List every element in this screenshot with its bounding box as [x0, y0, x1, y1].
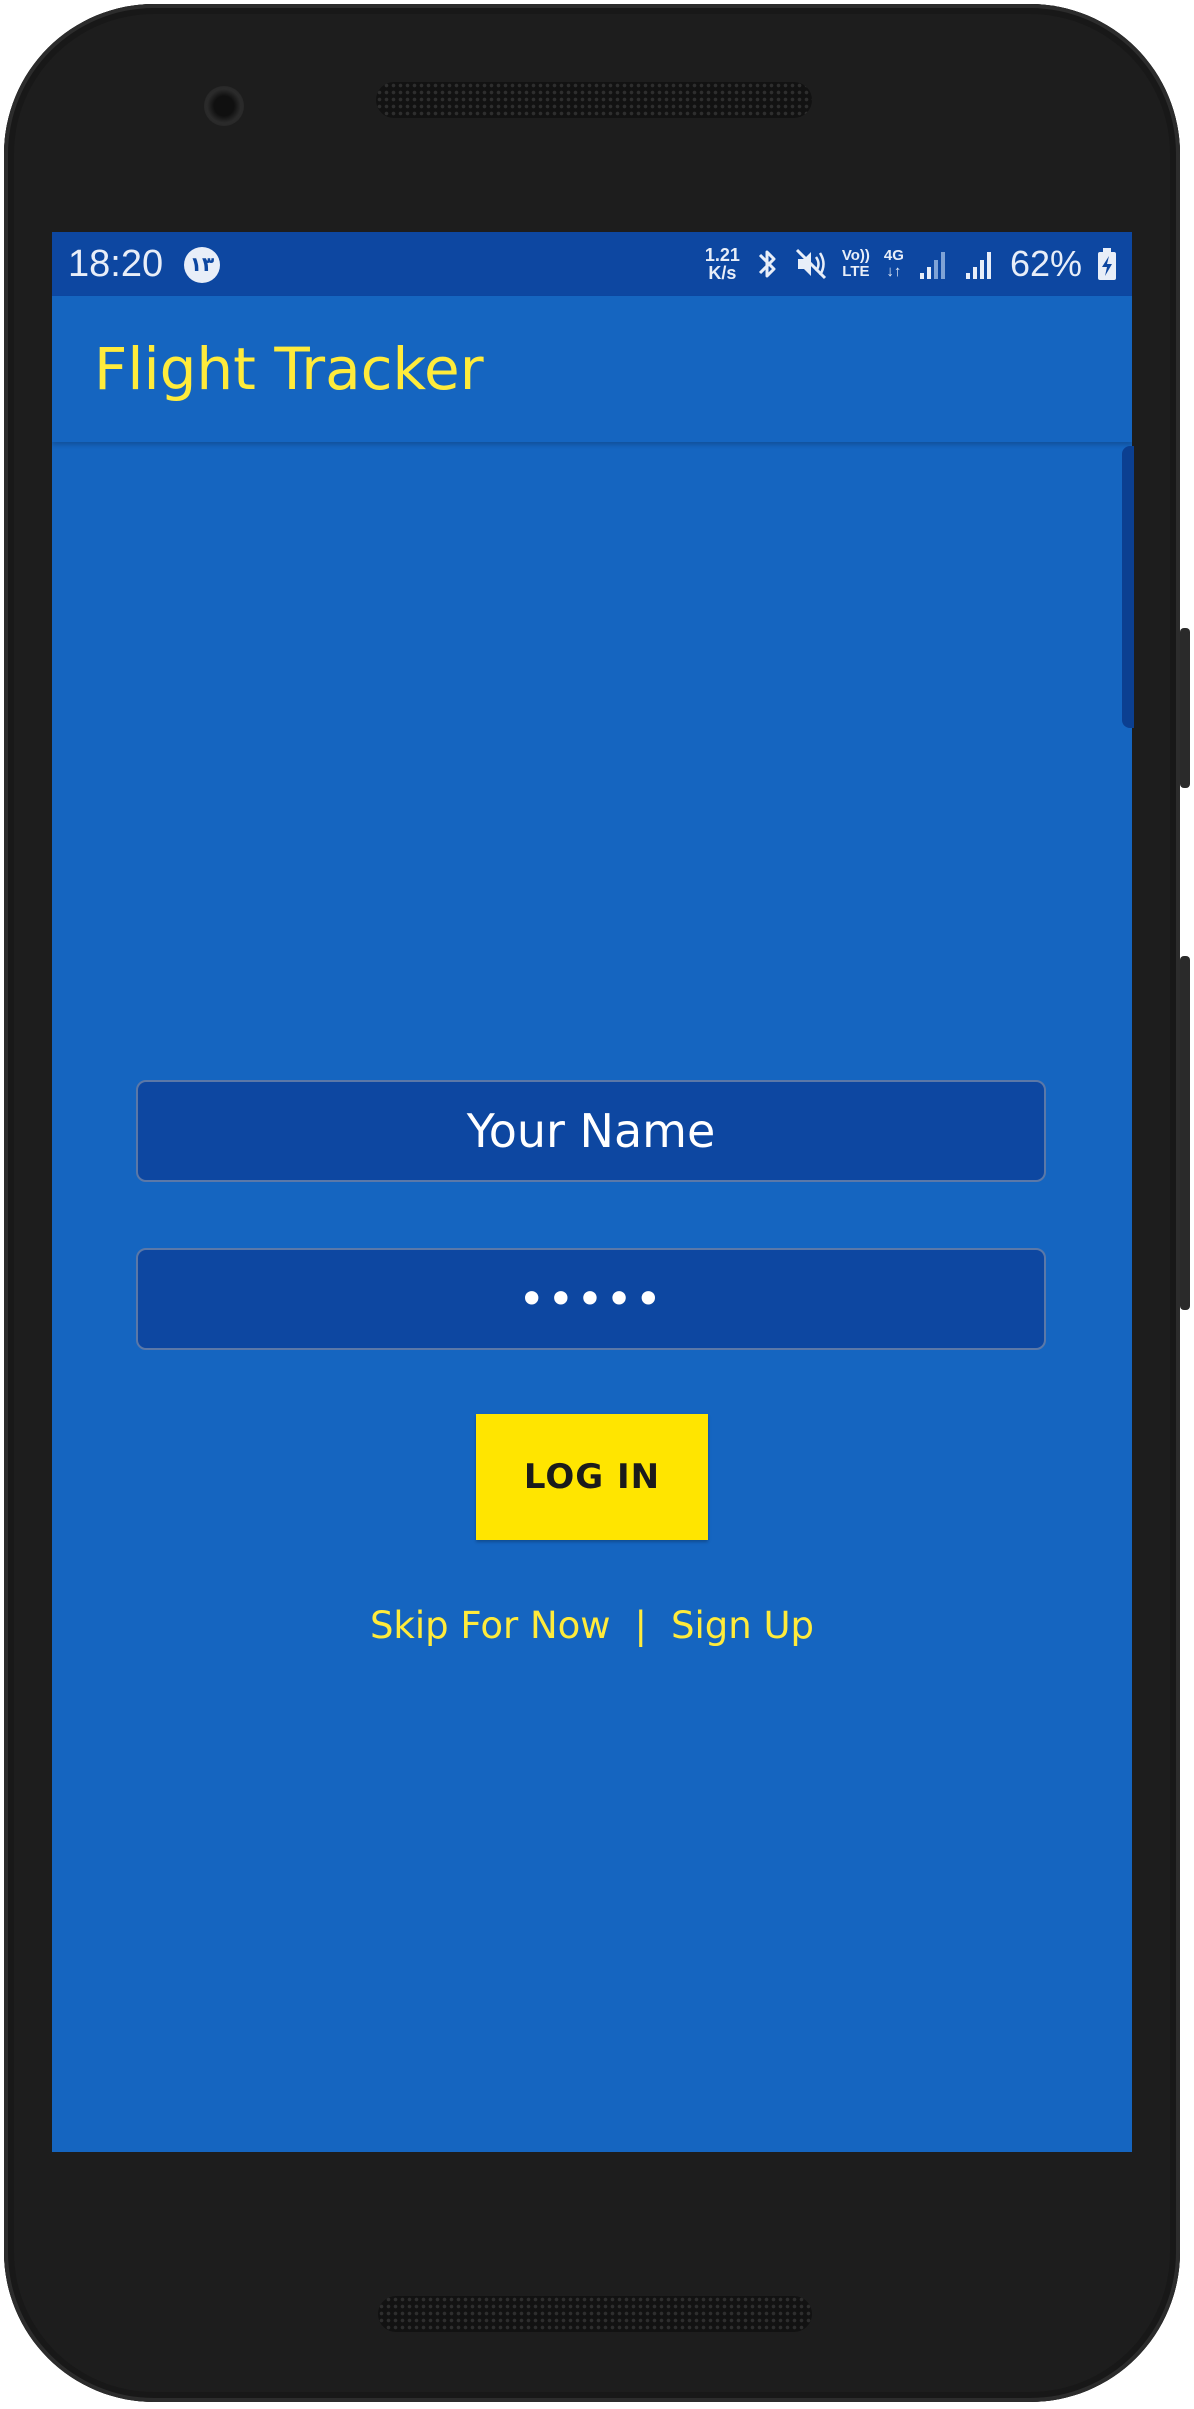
network-type-indicator: 4G ↓↑ — [884, 248, 904, 280]
battery-percent: 62% — [1009, 243, 1082, 284]
link-separator: | — [634, 1604, 647, 1647]
mute-icon — [795, 248, 826, 280]
bluetooth-icon — [758, 250, 776, 278]
status-icons: 1.21 K/s Vo)) LTE 4G ↓↑ 62% — [705, 242, 1118, 286]
front-camera — [204, 86, 244, 126]
top-speaker — [376, 82, 812, 118]
screen: 18:20 ۱۳ 1.21 K/s Vo)) LTE 4G ↓↑ 62% Fli… — [52, 232, 1132, 2152]
app-title: Flight Tracker — [94, 335, 484, 403]
login-button[interactable]: LOG IN — [476, 1414, 708, 1540]
signal-icon — [965, 252, 991, 279]
status-time: 18:20 — [68, 243, 164, 285]
network-speed-value: 1.21 — [704, 245, 740, 265]
volume-button — [1180, 956, 1190, 1310]
app-bar: Flight Tracker — [52, 296, 1132, 442]
signup-link[interactable]: Sign Up — [671, 1602, 814, 1650]
network-arrows: ↓↑ — [886, 263, 902, 280]
signal-icon — [919, 252, 945, 279]
password-input[interactable]: ••••• — [136, 1248, 1046, 1350]
edge-panel-handle[interactable] — [1122, 446, 1134, 728]
network-speed: 1.21 K/s — [705, 246, 740, 282]
volte-top: Vo)) — [841, 247, 870, 264]
battery-charging-icon — [1098, 248, 1116, 280]
bottom-speaker — [378, 2296, 812, 2332]
network-type: 4G — [883, 247, 904, 264]
notification-badge-icon: ۱۳ — [184, 247, 220, 283]
power-button — [1180, 628, 1190, 788]
network-speed-unit: K/s — [708, 263, 737, 283]
name-input[interactable]: Your Name — [136, 1080, 1046, 1182]
volte-indicator: Vo)) LTE — [842, 248, 870, 280]
status-bar: 18:20 ۱۳ 1.21 K/s Vo)) LTE 4G ↓↑ 62% — [52, 232, 1132, 296]
auth-links: Skip For Now | Sign Up — [52, 1602, 1132, 1650]
volte-bottom: LTE — [842, 263, 870, 280]
skip-link[interactable]: Skip For Now — [370, 1602, 611, 1650]
